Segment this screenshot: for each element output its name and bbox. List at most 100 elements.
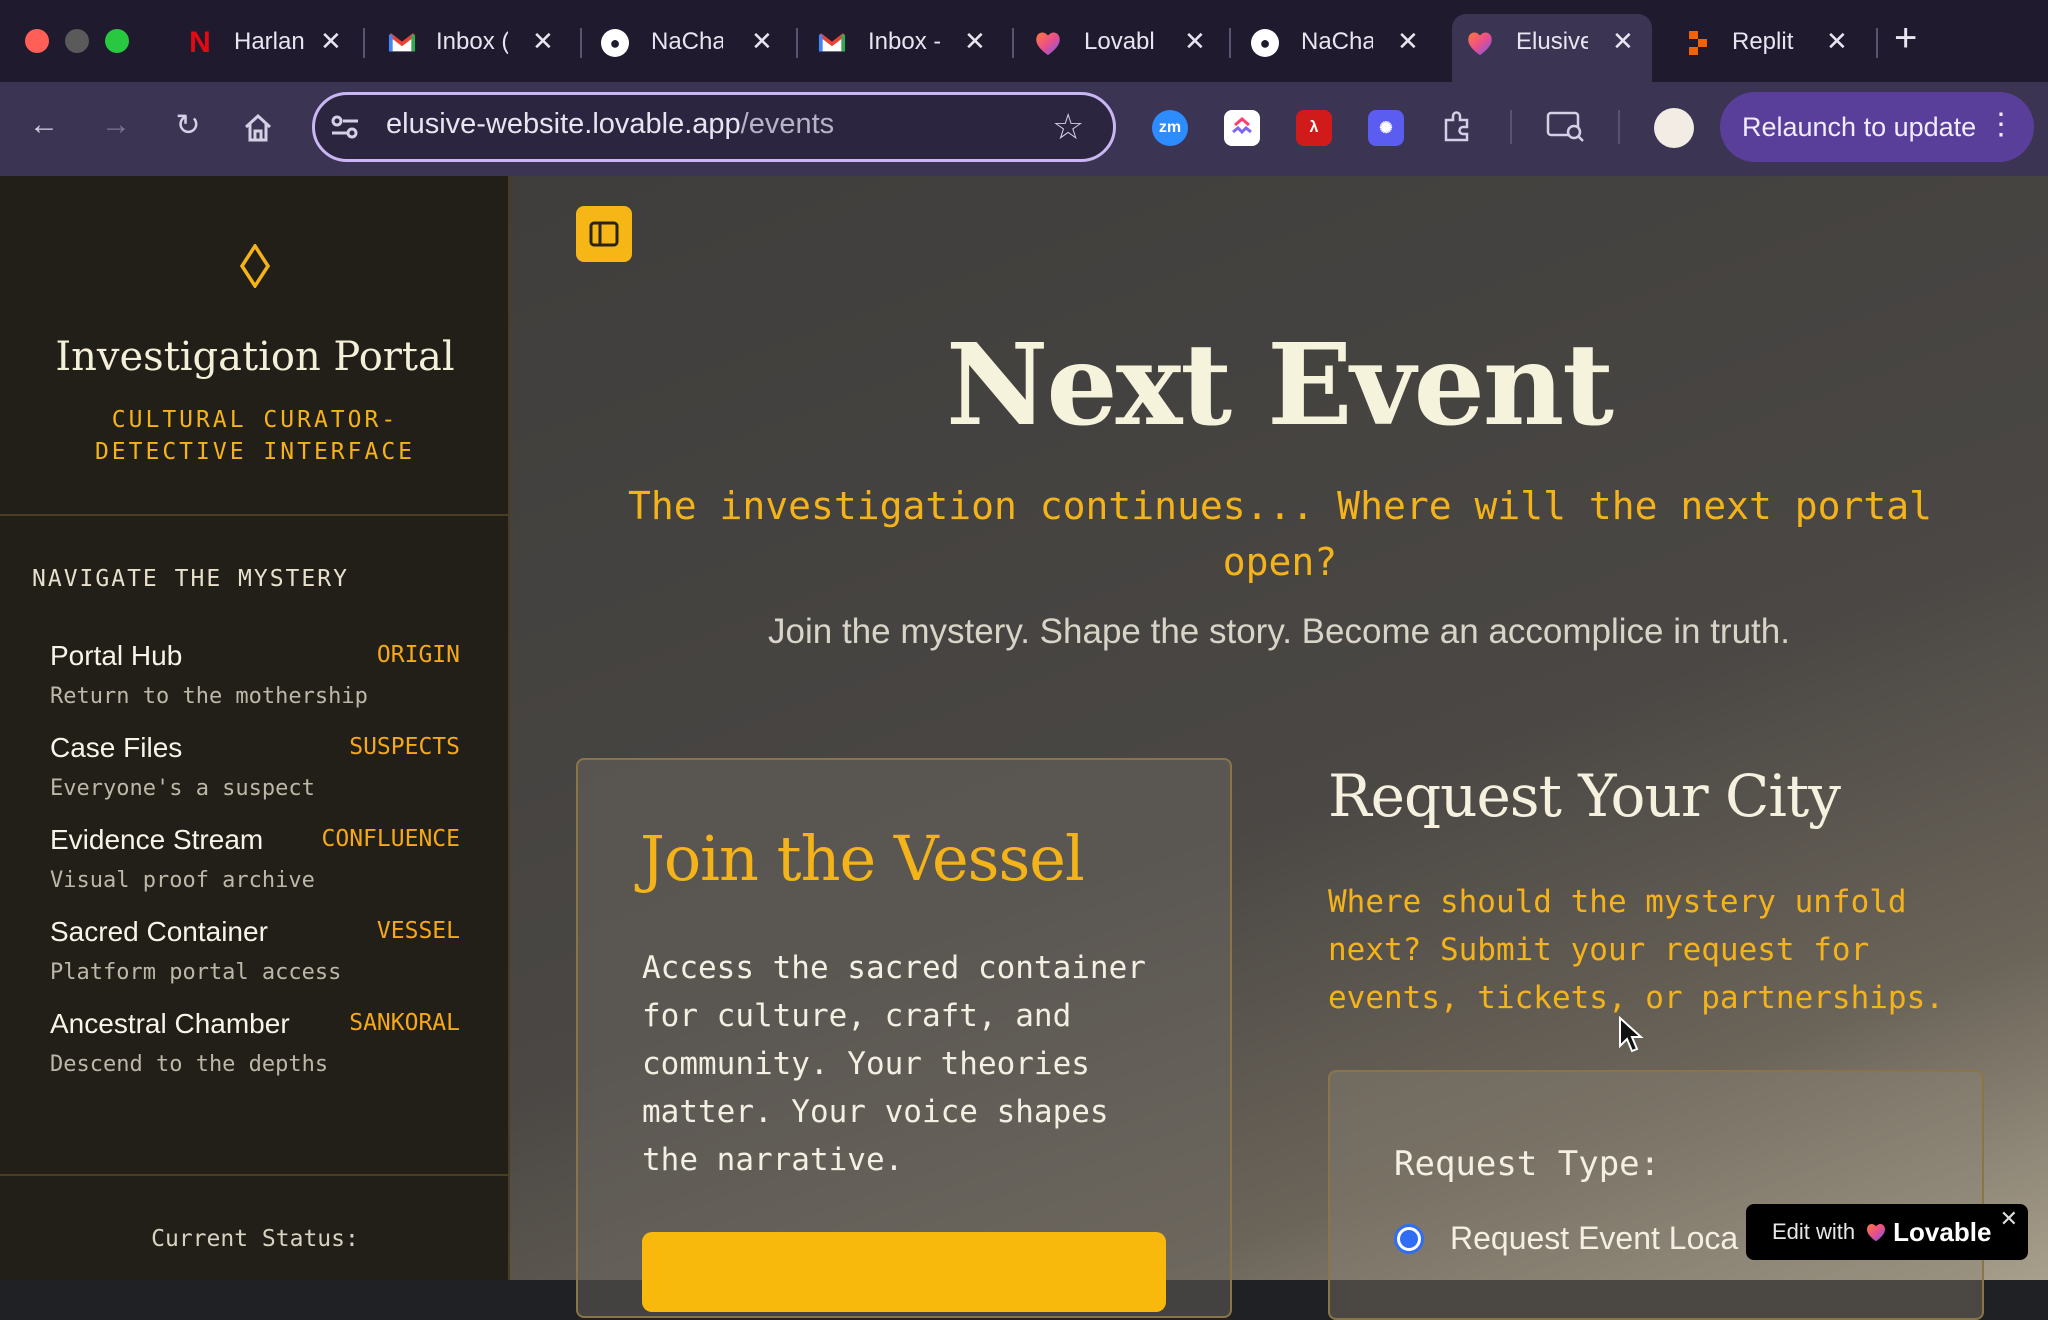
tab-separator (1012, 28, 1014, 58)
lovable-icon (1034, 29, 1062, 57)
back-icon[interactable]: ← (24, 108, 64, 142)
close-badge-icon[interactable]: ✕ (2000, 1206, 2018, 1232)
close-tab-icon[interactable]: ✕ (320, 26, 342, 57)
join-card-title: Join the Vessel (640, 822, 1085, 895)
browser-tab[interactable]: Inbox - ✕ (800, 14, 1000, 70)
nav-item-desc: Platform portal access (50, 960, 342, 985)
nav-item-sacred-container[interactable]: Sacred Container VESSEL Platform portal … (50, 916, 460, 1006)
profile-avatar[interactable] (1654, 108, 1694, 148)
tab-separator (580, 28, 582, 58)
url-text[interactable]: elusive-website.lovable.app/events (386, 108, 834, 141)
extensions-icon[interactable] (1440, 108, 1476, 149)
nav-item-desc: Descend to the depths (50, 1052, 329, 1077)
browser-tab[interactable]: ● NaCha ✕ (1233, 14, 1433, 70)
close-window-button[interactable] (25, 29, 49, 53)
close-tab-icon[interactable]: ✕ (964, 26, 986, 57)
close-tab-icon[interactable]: ✕ (751, 26, 773, 57)
tab-search-icon[interactable] (1546, 110, 1586, 149)
nav-item-evidence-stream[interactable]: Evidence Stream CONFLUENCE Visual proof … (50, 824, 460, 914)
page-title: Next Event (946, 320, 1614, 451)
request-type-option[interactable]: Request Event Loca (1450, 1220, 1738, 1257)
portal-subtitle: CULTURAL CURATOR-DETECTIVE INTERFACE (94, 407, 416, 465)
clickup-extension-icon[interactable] (1224, 110, 1260, 146)
reload-icon[interactable]: ↻ (168, 108, 208, 143)
request-type-label: Request Type: (1394, 1144, 1661, 1184)
close-tab-icon[interactable]: ✕ (532, 26, 554, 57)
replit-icon (1684, 29, 1712, 57)
mouse-cursor-icon (1618, 1015, 1644, 1059)
tab-separator (796, 28, 798, 58)
join-card-body: Access the sacred container for culture,… (642, 950, 1146, 1178)
relaunch-button[interactable]: Relaunch to update ⋮ (1720, 92, 2034, 162)
current-status-label: Current Status: (151, 1226, 359, 1252)
relaunch-label: Relaunch to update (1742, 111, 1977, 142)
browser-tab[interactable]: Replit ✕ (1670, 14, 1870, 70)
more-menu-icon[interactable]: ⋮ (1986, 108, 2016, 142)
close-tab-icon[interactable]: ✕ (1612, 26, 1634, 57)
browser-tab-active[interactable]: Elusive ✕ (1452, 14, 1652, 82)
tab-title: Replit (1732, 28, 1794, 55)
diamond-logo-icon (239, 242, 271, 290)
sparkle-extension-icon[interactable]: ✺ (1368, 110, 1404, 146)
pdf-extension-icon[interactable]: λ (1296, 110, 1332, 146)
join-card-button[interactable] (642, 1232, 1166, 1312)
badge-edit-label: Edit with (1772, 1219, 1856, 1244)
gmail-icon (818, 29, 846, 57)
nav-item-tag: ORIGIN (376, 642, 460, 668)
close-tab-icon[interactable]: ✕ (1397, 26, 1419, 57)
tab-title: NaCha (651, 28, 723, 55)
close-tab-icon[interactable]: ✕ (1184, 26, 1206, 57)
request-title: Request Your City (1328, 762, 1841, 830)
request-form (1328, 1070, 1984, 1320)
nav-item-ancestral-chamber[interactable]: Ancestral Chamber SANKORAL Descend to th… (50, 1008, 460, 1098)
nav-item-desc: Everyone's a suspect (50, 776, 315, 801)
lovable-icon (1466, 29, 1494, 57)
tab-separator (1876, 28, 1878, 58)
nav-item-label: Ancestral Chamber (50, 1008, 290, 1039)
minimize-window-button[interactable] (65, 29, 89, 53)
nav-item-desc: Return to the mothership (50, 684, 368, 709)
gmail-icon (388, 29, 416, 57)
tab-title: Elusive (1516, 28, 1588, 55)
tab-title: Inbox ( (436, 28, 508, 55)
github-icon: ● (601, 29, 629, 57)
home-icon[interactable] (242, 112, 274, 149)
bookmark-star-icon[interactable]: ☆ (1052, 106, 1084, 148)
badge-brand: Lovable (1893, 1216, 1992, 1247)
request-type-radio[interactable] (1394, 1224, 1424, 1254)
lovable-logo-icon (1865, 1222, 1887, 1242)
forward-icon[interactable]: → (96, 108, 136, 142)
browser-tab[interactable]: ● NaCha ✕ (583, 14, 783, 70)
request-description: Where should the mystery unfold next? Su… (1328, 884, 1944, 1016)
close-tab-icon[interactable]: ✕ (1826, 26, 1848, 57)
radio-selected-dot (1400, 1230, 1418, 1248)
nav-item-case-files[interactable]: Case Files SUSPECTS Everyone's a suspect (50, 732, 460, 822)
browser-tab[interactable]: N Harlan ✕ (150, 14, 350, 70)
toolbar-separator (1618, 110, 1620, 144)
tab-title: Harlan (234, 28, 305, 55)
github-icon: ● (1251, 29, 1279, 57)
browser-tab[interactable]: Inbox ( ✕ (366, 14, 566, 70)
portal-title: Investigation Portal (55, 334, 455, 380)
page-tagline: The investigation continues... Where wil… (627, 484, 1933, 584)
nav-heading: NAVIGATE THE MYSTERY (32, 566, 349, 592)
nav-item-label: Portal Hub (50, 640, 183, 671)
divider (0, 514, 508, 516)
new-tab-icon[interactable]: + (1894, 16, 1917, 61)
divider (0, 1174, 508, 1176)
sidebar-toggle-icon (589, 221, 619, 247)
tab-title: Lovabl (1084, 28, 1155, 55)
site-settings-icon[interactable] (330, 113, 360, 146)
nav-item-portal-hub[interactable]: Portal Hub ORIGIN Return to the mothersh… (50, 640, 460, 730)
zoom-extension-icon[interactable]: zm (1152, 110, 1188, 146)
nav-item-tag: VESSEL (376, 918, 460, 944)
edit-with-lovable-badge[interactable]: Edit with Lovable ✕ (1746, 1204, 2028, 1260)
nav-item-label: Evidence Stream (50, 824, 264, 855)
sidebar-toggle-button[interactable] (576, 206, 632, 262)
browser-tab[interactable]: Lovabl ✕ (1016, 14, 1216, 70)
url-host: elusive-website.lovable.app (386, 108, 741, 140)
zoom-extension-label: zm (1158, 119, 1182, 136)
tab-title: Inbox - (868, 28, 940, 55)
nav-item-label: Case Files (50, 732, 183, 763)
maximize-window-button[interactable] (105, 29, 129, 53)
